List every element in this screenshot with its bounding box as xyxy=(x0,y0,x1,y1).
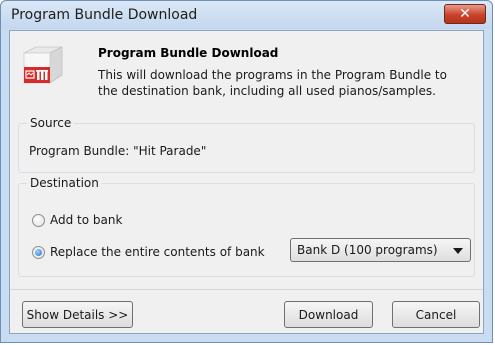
source-group: Source Program Bundle: "Hit Parade" xyxy=(18,116,475,173)
footer-separator xyxy=(10,289,483,290)
add-to-bank-option[interactable]: Add to bank xyxy=(32,213,122,227)
bank-select[interactable]: Bank D (100 programs) xyxy=(290,238,471,262)
download-button[interactable]: Download xyxy=(284,301,373,328)
source-bundle-text: Program Bundle: "Hit Parade" xyxy=(29,144,207,158)
header-description: This will download the programs in the P… xyxy=(98,68,447,98)
replace-bank-radio[interactable] xyxy=(32,245,45,259)
chevron-down-icon xyxy=(453,248,463,254)
dialog-body: Program Bundle Download This will downlo… xyxy=(9,30,484,334)
add-to-bank-label[interactable]: Add to bank xyxy=(50,213,122,227)
header-title: Program Bundle Download xyxy=(98,46,279,60)
replace-bank-label[interactable]: Replace the entire contents of bank xyxy=(50,245,265,259)
source-group-label: Source xyxy=(27,116,75,130)
window-title: Program Bundle Download xyxy=(11,7,198,23)
destination-group: Destination Add to bank Replace the enti… xyxy=(18,176,475,277)
destination-group-label: Destination xyxy=(27,176,102,190)
cancel-button[interactable]: Cancel xyxy=(392,301,480,328)
title-bar[interactable]: Program Bundle Download ✕ xyxy=(1,1,492,29)
close-icon: ✕ xyxy=(459,6,471,22)
close-button[interactable]: ✕ xyxy=(444,4,486,24)
replace-bank-option[interactable]: Replace the entire contents of bank xyxy=(32,245,265,259)
dialog-window: Program Bundle Download ✕ Program Bundle… xyxy=(0,0,493,343)
bank-select-value: Bank D (100 programs) xyxy=(297,243,438,257)
show-details-button[interactable]: Show Details >> xyxy=(22,301,133,328)
program-bundle-icon xyxy=(20,45,64,87)
add-to-bank-radio[interactable] xyxy=(32,213,45,227)
